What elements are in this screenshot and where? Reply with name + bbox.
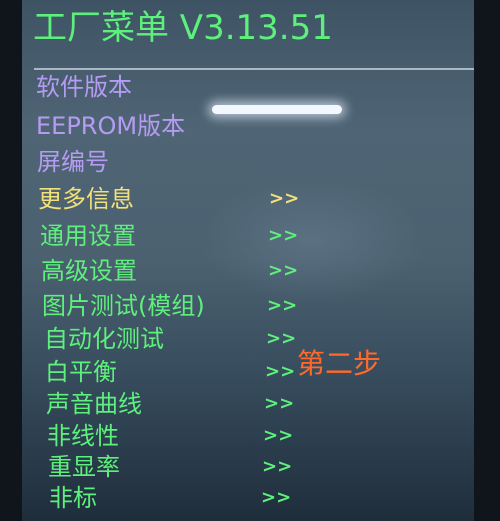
menu-item-automation-test[interactable]: 自动化测试 >> bbox=[0, 322, 500, 356]
menu-item-label: 高级设置 bbox=[41, 257, 137, 285]
menu-item-nonlinear[interactable]: 非线性 >> bbox=[0, 419, 500, 453]
menu-item-advanced-settings[interactable]: 高级设置 >> bbox=[0, 254, 500, 288]
submenu-arrow-icon: >> bbox=[261, 487, 292, 508]
submenu-arrow-icon: >> bbox=[264, 393, 295, 414]
menu-item-overscan[interactable]: 重显率 >> bbox=[0, 450, 500, 484]
menu-item-panel-id[interactable]: 屏编号 bbox=[0, 145, 500, 179]
menu-item-label: EEPROM版本 bbox=[36, 112, 186, 140]
menu-item-label: 声音曲线 bbox=[46, 390, 142, 418]
menu-item-label: 更多信息 bbox=[38, 185, 134, 213]
menu-item-label: 通用设置 bbox=[40, 222, 136, 250]
submenu-arrow-icon: >> bbox=[262, 456, 293, 477]
menu-item-label: 软件版本 bbox=[36, 73, 132, 101]
menu-item-label: 屏编号 bbox=[37, 148, 109, 176]
menu-item-label: 图片测试(模组) bbox=[42, 292, 205, 320]
submenu-arrow-icon: >> bbox=[269, 188, 300, 209]
menu-item-sound-curve[interactable]: 声音曲线 >> bbox=[0, 387, 500, 421]
submenu-arrow-icon: >> bbox=[263, 425, 294, 446]
step-annotation: 第二步 bbox=[297, 347, 382, 380]
menu-item-label: 重显率 bbox=[48, 453, 120, 481]
submenu-arrow-icon: >> bbox=[265, 361, 296, 382]
submenu-arrow-icon: >> bbox=[268, 260, 299, 281]
factory-menu-title: 工厂菜单 V3.13.51 bbox=[33, 8, 333, 48]
submenu-arrow-icon: >> bbox=[266, 328, 297, 349]
submenu-arrow-icon: >> bbox=[267, 295, 298, 316]
menu-item-picture-test[interactable]: 图片测试(模组) >> bbox=[0, 289, 500, 323]
menu-item-general-settings[interactable]: 通用设置 >> bbox=[0, 219, 500, 253]
menu-item-label: 非标 bbox=[49, 484, 97, 512]
menu-item-label: 非线性 bbox=[47, 422, 119, 450]
menu-item-label: 自动化测试 bbox=[44, 325, 164, 353]
submenu-arrow-icon: >> bbox=[268, 225, 299, 246]
menu-item-eeprom-version[interactable]: EEPROM版本 bbox=[0, 109, 500, 143]
menu-item-more-info[interactable]: 更多信息 >> bbox=[0, 182, 500, 216]
menu-item-white-balance[interactable]: 白平衡 >> bbox=[0, 355, 500, 389]
menu-item-software-version[interactable]: 软件版本 bbox=[0, 70, 500, 104]
menu-item-label: 白平衡 bbox=[45, 358, 117, 386]
menu-item-non-standard[interactable]: 非标 >> bbox=[0, 481, 500, 515]
